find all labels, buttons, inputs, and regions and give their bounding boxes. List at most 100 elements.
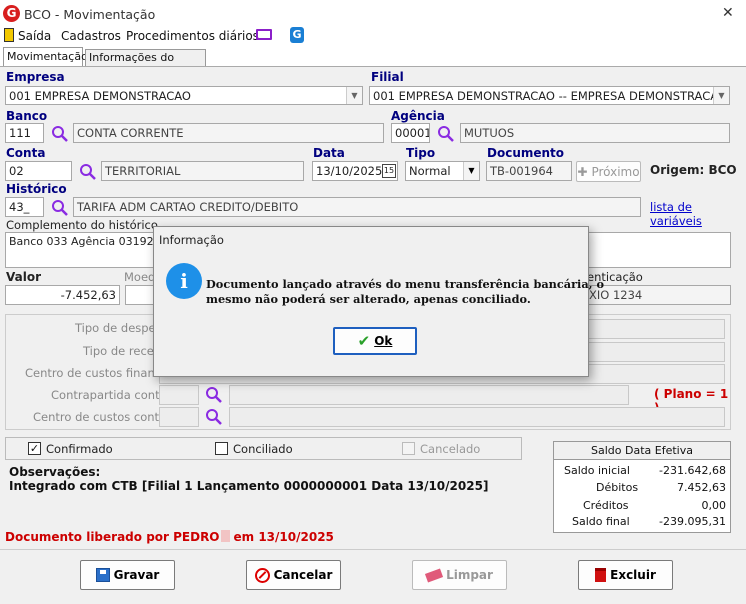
app-g-icon[interactable]: G	[290, 27, 304, 43]
agencia-name-field: MUTUOS	[460, 123, 730, 143]
chevron-down-icon[interactable]: ▼	[346, 87, 362, 104]
agencia-code-input[interactable]: 00001	[391, 123, 430, 143]
empresa-select[interactable]: 001 EMPRESA DEMONSTRACAO ▼	[5, 86, 363, 105]
saldo-value-3: -239.095,31	[659, 515, 726, 528]
title-bar: G BCO - Movimentação ✕	[0, 0, 746, 28]
filial-select[interactable]: 001 EMPRESA DEMONSTRACAO -- EMPRESA DEMO…	[369, 86, 730, 105]
gravar-button[interactable]: Gravar	[80, 560, 175, 590]
excluir-label: Excluir	[610, 568, 656, 582]
ok-label: Ok	[374, 334, 393, 348]
proximo-label: Próximo	[591, 164, 640, 179]
valor-input[interactable]: -7.452,63	[5, 285, 120, 305]
documento-label: Documento	[487, 146, 565, 160]
cancel-icon	[254, 567, 270, 583]
data-value: 13/10/2025	[316, 164, 383, 178]
historico-code-input[interactable]: 43_	[5, 197, 44, 217]
saldo-table: Saldo Data Efetiva Saldo inicial -231.64…	[553, 441, 731, 533]
chevron-down-icon[interactable]: ▼	[463, 162, 479, 180]
tipo-label: Tipo	[406, 146, 436, 160]
origem-label: Origem: BCO	[650, 163, 737, 177]
cancelar-button[interactable]: Cancelar	[246, 560, 341, 590]
search-icon	[206, 409, 222, 425]
menu-saida[interactable]: Saída	[18, 29, 51, 43]
footer-divider	[0, 549, 746, 550]
data-label: Data	[313, 146, 345, 160]
liberado-suffix: em 13/10/2025	[233, 530, 334, 544]
saldo-title: Saldo Data Efetiva	[554, 442, 730, 460]
exit-icon[interactable]	[4, 28, 14, 42]
monitor-icon[interactable]	[256, 29, 272, 40]
menu-bar: Saída Cadastros Procedimentos diários G	[0, 26, 746, 46]
search-icon[interactable]	[50, 198, 70, 218]
search-icon[interactable]	[436, 124, 456, 144]
limpar-button: Limpar	[412, 560, 507, 590]
empresa-value: 001 EMPRESA DEMONSTRACAO	[9, 89, 191, 103]
conciliado-label: Conciliado	[233, 442, 293, 456]
conciliado-checkbox[interactable]	[215, 442, 228, 455]
tab-movimentacao-label: Movimentação	[7, 50, 88, 63]
ok-button[interactable]: ✔ Ok	[333, 327, 417, 355]
search-icon[interactable]	[50, 124, 70, 144]
valor-label: Valor	[6, 270, 42, 284]
search-icon	[206, 387, 222, 403]
observacoes-label: Observações:	[9, 465, 101, 479]
saldo-value-0: -231.642,68	[659, 464, 726, 477]
empresa-label: Empresa	[6, 70, 65, 84]
historico-text-field: TARIFA ADM CARTAO CREDITO/DEBITO	[73, 197, 641, 217]
cancelado-checkbox	[402, 442, 415, 455]
window-title: BCO - Movimentação	[24, 7, 156, 22]
tab-informacoes[interactable]: Informações do sistema	[85, 49, 206, 77]
tab-movimentacao[interactable]: Movimentação	[3, 47, 88, 67]
tipo-select[interactable]: Normal ▼	[405, 161, 480, 181]
cancelar-label: Cancelar	[273, 568, 333, 582]
cc-contabil-name	[229, 407, 725, 427]
proximo-button: ✚ Próximo	[576, 161, 641, 182]
contrapartida-code	[159, 385, 199, 405]
tipo-value: Normal	[409, 164, 451, 178]
confirmado-checkbox[interactable]: ✓	[28, 442, 41, 455]
search-icon[interactable]	[78, 162, 98, 182]
info-icon: i	[166, 263, 202, 299]
limpar-label: Limpar	[446, 568, 493, 582]
contrapartida-name	[229, 385, 629, 405]
saldo-value-1: 7.452,63	[677, 481, 726, 494]
conta-code-input[interactable]: 02	[5, 161, 72, 181]
data-input[interactable]: 13/10/2025 15	[312, 161, 398, 181]
close-icon[interactable]: ✕	[722, 5, 734, 21]
banco-name-field: CONTA CORRENTE	[73, 123, 384, 143]
floppy-icon	[95, 568, 110, 582]
lista-variaveis-link[interactable]: lista de variáveis	[650, 200, 746, 228]
check-icon: ✔	[357, 332, 371, 350]
plus-icon: ✚	[577, 164, 588, 179]
agencia-label: Agência	[391, 109, 445, 123]
banco-code-input[interactable]: 111	[5, 123, 44, 143]
excluir-button[interactable]: Excluir	[578, 560, 673, 590]
redacted-mark	[220, 530, 230, 542]
cancelado-label: Cancelado	[420, 442, 481, 456]
liberado-prefix: Documento liberado por PEDRO	[5, 530, 220, 544]
dialog-titlebar: Informação	[154, 227, 588, 253]
dialog-message-line2: mesmo não poderá ser alterado, apenas co…	[206, 292, 531, 306]
info-dialog: Informação i Documento lançado através d…	[153, 226, 604, 377]
liberado-text: Documento liberado por PEDRO em 13/10/202…	[5, 530, 334, 544]
complemento-label: Complemento do histórico	[6, 218, 158, 232]
dialog-title: Informação	[159, 233, 224, 247]
menu-procedimentos[interactable]: Procedimentos diários	[126, 29, 259, 43]
conta-name-field: TERRITORIAL	[101, 161, 304, 181]
conta-label: Conta	[6, 146, 46, 160]
observacoes-text: Integrado com CTB [Filial 1 Lançamento 0…	[9, 479, 489, 493]
documento-field: TB-001964	[486, 161, 572, 181]
menu-cadastros[interactable]: Cadastros	[61, 29, 121, 43]
saldo-label-1: Débitos	[596, 481, 639, 494]
gravar-label: Gravar	[113, 568, 160, 582]
dialog-message-line1: Documento lançado através do menu transf…	[206, 277, 605, 291]
calendar-icon[interactable]: 15	[382, 164, 396, 178]
saldo-value-2: 0,00	[701, 499, 727, 512]
banco-label: Banco	[6, 109, 48, 123]
cc-contabil-code	[159, 407, 199, 427]
saldo-label-2: Créditos	[583, 499, 629, 512]
app-logo-icon: G	[3, 5, 20, 22]
cc-contabil-label: Centro de custos contábil	[33, 410, 180, 424]
chevron-down-icon[interactable]: ▼	[713, 87, 729, 104]
trash-icon	[595, 568, 607, 582]
